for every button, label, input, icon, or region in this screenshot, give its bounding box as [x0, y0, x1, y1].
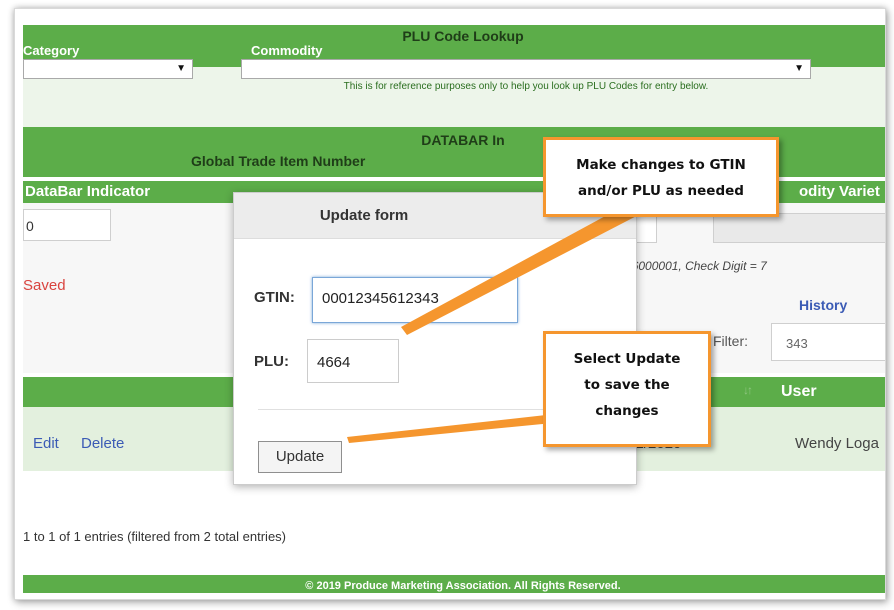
modal-title: Update form — [319, 207, 409, 224]
row-user: Wendy Loga — [795, 435, 879, 452]
category-select[interactable]: ▼ — [23, 59, 193, 79]
saved-status: Saved — [23, 277, 66, 294]
callout-edit-gtin-plu: Make changes to GTIN and/or PLU as neede… — [543, 137, 779, 217]
gtin-section-title: Global Trade Item Number — [191, 153, 366, 169]
delete-link[interactable]: Delete — [81, 435, 124, 452]
commodity-variety-field[interactable] — [713, 213, 885, 243]
commodity-label: Commodity — [251, 43, 323, 58]
callout-update-line-3: changes — [595, 403, 659, 419]
commodity-select[interactable]: ▼ — [241, 59, 811, 79]
footer-copyright: © 2019 Produce Marketing Association. Al… — [23, 575, 885, 593]
sort-arrows-icon[interactable]: ↓↑ — [743, 383, 753, 397]
lookup-note: This is for reference purposes only to h… — [343, 81, 709, 92]
callout-edit-line-1: Make changes to GTIN — [576, 157, 746, 173]
callout-update-line-1: Select Update — [573, 351, 681, 367]
commodity-variety-header: odity Variet — [799, 183, 880, 200]
screenshot-frame: PLU Code Lookup Category Commodity ▼ ▼ T… — [14, 8, 886, 600]
entries-info: 1 to 1 of 1 entries (filtered from 2 tot… — [23, 529, 287, 544]
plu-label: PLU: — [254, 353, 289, 370]
filter-label: Filter: — [713, 333, 748, 349]
callout-update-line-2: to save the — [584, 377, 670, 393]
databar-indicator-field[interactable]: 0 — [23, 209, 111, 241]
edit-link[interactable]: Edit — [33, 435, 59, 452]
callout-select-update: Select Update to save the changes — [543, 331, 711, 447]
plu-lookup-title: PLU Code Lookup — [402, 28, 524, 44]
user-column-header[interactable]: User — [781, 383, 817, 401]
callout-edit-line-2: and/or PLU as needed — [578, 183, 744, 199]
category-label: Category — [23, 43, 80, 58]
plu-input[interactable]: 4664 — [307, 339, 399, 383]
gtin-label: GTIN: — [254, 289, 295, 306]
history-link[interactable]: History — [799, 297, 847, 313]
gtin-input[interactable]: 00012345612343 — [312, 277, 518, 323]
databar-indicator-header-label: DataBar Indicator — [25, 183, 151, 200]
filter-input[interactable]: 343 — [771, 323, 885, 361]
page: PLU Code Lookup Category Commodity ▼ ▼ T… — [23, 25, 885, 593]
update-button[interactable]: Update — [258, 441, 342, 473]
